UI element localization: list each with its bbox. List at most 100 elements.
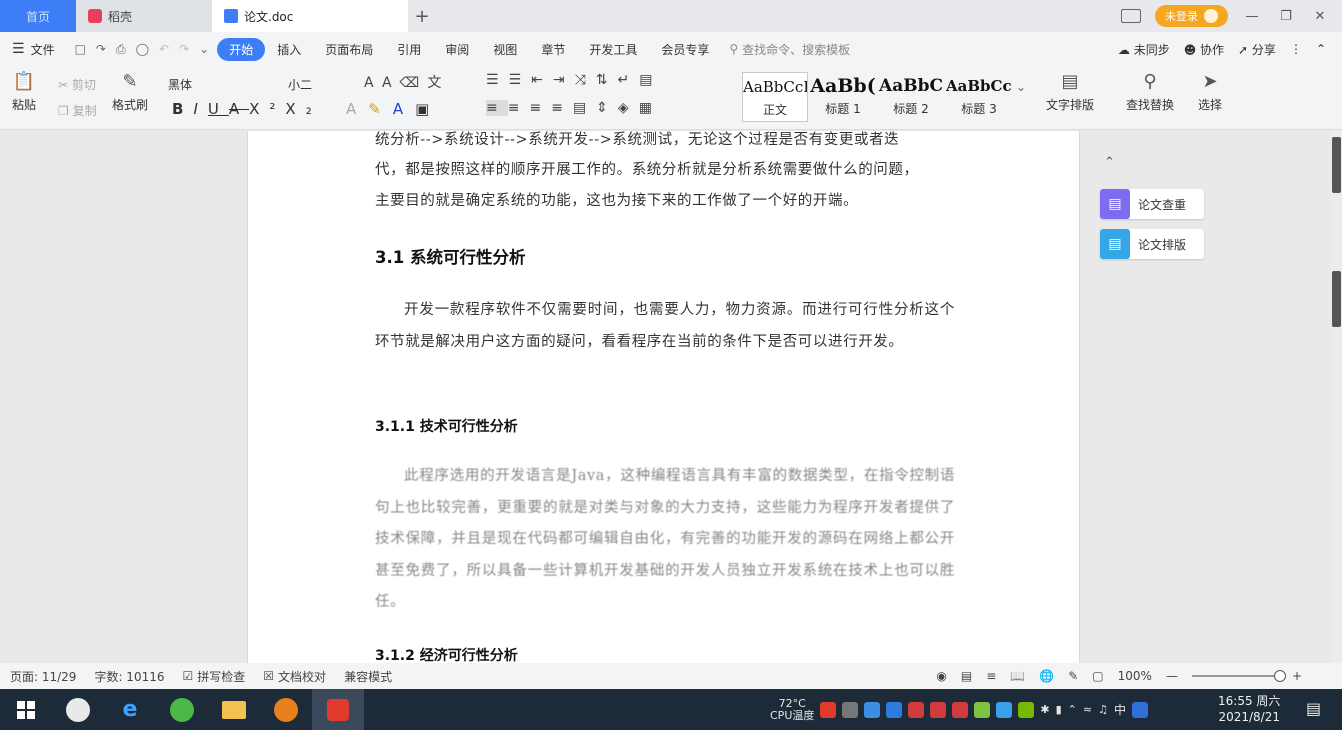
tray-app-icon[interactable] bbox=[952, 701, 969, 718]
styles-expand-icon[interactable]: ⌄ bbox=[1016, 80, 1026, 94]
read-view-icon[interactable]: 📖 bbox=[1010, 669, 1025, 683]
minimize-icon[interactable]: — bbox=[1242, 9, 1262, 24]
volume-icon[interactable]: ♫ bbox=[1098, 703, 1108, 716]
align-left-icon[interactable]: ≡ bbox=[486, 100, 508, 116]
align-right-icon[interactable]: ≡ bbox=[529, 100, 551, 116]
more-icon[interactable]: ⋮ bbox=[1290, 42, 1302, 56]
collab-button[interactable]: ☻ 协作 bbox=[1184, 41, 1224, 58]
sync-status[interactable]: ☁ 未同步 bbox=[1118, 41, 1170, 58]
close-icon[interactable]: ✕ bbox=[1310, 9, 1330, 24]
cut-button[interactable]: ✂ 剪切 bbox=[58, 76, 96, 93]
outline-view-icon[interactable]: ≡ bbox=[986, 669, 996, 683]
show-marks-icon[interactable]: ↵ bbox=[618, 72, 640, 88]
notification-icon[interactable]: ▤ bbox=[1306, 699, 1321, 718]
zoom-in-icon[interactable]: + bbox=[1292, 669, 1302, 683]
tab-ruler-icon[interactable]: ▤ bbox=[639, 72, 662, 88]
justify-icon[interactable]: ≡ bbox=[551, 100, 573, 116]
outdent-icon[interactable]: ⇤ bbox=[531, 72, 553, 88]
tray-app-icon[interactable] bbox=[1131, 701, 1148, 718]
login-button[interactable]: 未登录 bbox=[1155, 5, 1228, 27]
battery-icon[interactable]: ▮ bbox=[1056, 703, 1062, 716]
font-size-select[interactable]: 小二 bbox=[288, 76, 340, 93]
bluetooth-icon[interactable]: ✱ bbox=[1040, 703, 1049, 716]
grow-font-icon[interactable]: A bbox=[364, 75, 382, 91]
scrollbar-thumb[interactable] bbox=[1332, 271, 1341, 327]
numbering-icon[interactable]: ☰ bbox=[509, 72, 532, 88]
italic-icon[interactable]: I bbox=[193, 100, 207, 118]
sort-icon[interactable]: ⇅ bbox=[596, 72, 618, 88]
tray-app-icon[interactable] bbox=[908, 701, 925, 718]
menu-member[interactable]: 会员专享 bbox=[649, 41, 721, 58]
zoom-level[interactable]: 100% bbox=[1118, 669, 1152, 683]
chevron-down-icon[interactable]: ⌄ bbox=[199, 42, 209, 57]
menu-page-layout[interactable]: 页面布局 bbox=[313, 41, 385, 58]
collapse-panel-icon[interactable]: ⌃ bbox=[1104, 155, 1115, 170]
select-button[interactable]: ➤ 选择 bbox=[1198, 72, 1222, 113]
menu-view[interactable]: 视图 bbox=[481, 41, 529, 58]
zoom-out-icon[interactable]: — bbox=[1166, 669, 1178, 683]
page-view-icon[interactable]: ▤ bbox=[961, 669, 972, 683]
menu-developer[interactable]: 开发工具 bbox=[577, 41, 649, 58]
shading-icon[interactable]: ◈ bbox=[618, 100, 639, 116]
phonetic-icon[interactable]: 文 bbox=[427, 75, 449, 91]
export-icon[interactable]: ↷ bbox=[96, 42, 106, 57]
tray-app-icon[interactable] bbox=[842, 701, 859, 718]
share-button[interactable]: ➚ 分享 bbox=[1238, 41, 1276, 58]
document-page[interactable]: 统分析-->系统设计-->系统开发-->系统测试，无论这个过程是否有变更或者迭 … bbox=[247, 131, 1080, 663]
tray-nvidia-icon[interactable] bbox=[1018, 701, 1035, 718]
pen-icon[interactable]: ✎ bbox=[1068, 669, 1078, 683]
distribute-icon[interactable]: ▤ bbox=[573, 100, 596, 116]
system-clock[interactable]: 16:55 周六 2021/8/21 bbox=[1218, 693, 1280, 725]
tray-app-icon[interactable] bbox=[974, 701, 991, 718]
menu-review[interactable]: 审阅 bbox=[433, 41, 481, 58]
paste-button[interactable]: 📋 粘贴 bbox=[12, 72, 36, 113]
cpu-temp[interactable]: 72°C CPU温度 bbox=[770, 697, 814, 722]
line-spacing-icon[interactable]: ⇕ bbox=[596, 100, 618, 116]
chevron-up-icon[interactable]: ⌃ bbox=[1068, 703, 1077, 716]
redo-icon[interactable]: ↷ bbox=[179, 42, 189, 57]
tab-home[interactable]: 首页 bbox=[0, 0, 76, 32]
wifi-icon[interactable]: ≈ bbox=[1083, 703, 1092, 716]
save-icon[interactable]: □ bbox=[75, 42, 86, 57]
hamburger-icon[interactable]: ☰ bbox=[12, 41, 25, 57]
text-effect-icon[interactable]: A bbox=[346, 100, 368, 118]
menu-section[interactable]: 章节 bbox=[529, 41, 577, 58]
tray-shield-icon[interactable] bbox=[886, 701, 903, 718]
style-normal[interactable]: AaBbCcI 正文 bbox=[742, 72, 808, 122]
bullets-icon[interactable]: ☰ bbox=[486, 72, 509, 88]
start-button[interactable] bbox=[0, 689, 52, 730]
ime-indicator[interactable]: 中 bbox=[1114, 701, 1126, 718]
superscript-icon[interactable]: X² bbox=[249, 100, 285, 118]
tray-app-icon[interactable] bbox=[820, 701, 837, 718]
window-layout-icon[interactable] bbox=[1121, 9, 1141, 23]
subscript-icon[interactable]: X₂ bbox=[285, 100, 321, 118]
clear-format-icon[interactable]: ⌫ bbox=[400, 75, 428, 91]
tab-docer[interactable]: 稻壳 bbox=[76, 0, 212, 32]
taskbar-app-wps[interactable] bbox=[312, 689, 364, 730]
word-count[interactable]: 字数: 10116 bbox=[94, 668, 164, 685]
style-heading-2[interactable]: AaBbC 标题 2 bbox=[878, 72, 944, 122]
command-search[interactable]: ⚲ 查找命令、搜索模板 bbox=[729, 41, 850, 58]
bold-icon[interactable]: B bbox=[172, 100, 193, 118]
borders-icon[interactable]: ▦ bbox=[639, 100, 662, 116]
indent-icon[interactable]: ⇥ bbox=[553, 72, 575, 88]
tray-app-icon[interactable] bbox=[996, 701, 1013, 718]
web-view-icon[interactable]: 🌐 bbox=[1039, 669, 1054, 683]
undo-icon[interactable]: ↶ bbox=[159, 42, 169, 57]
menu-home[interactable]: 开始 bbox=[217, 37, 266, 61]
style-heading-3[interactable]: AaBbCcI 标题 3 bbox=[946, 72, 1012, 122]
tray-app-icon[interactable] bbox=[930, 701, 947, 718]
vertical-scrollbar[interactable] bbox=[1331, 131, 1342, 663]
shrink-font-icon[interactable]: A bbox=[382, 75, 400, 91]
taskbar-app-explorer[interactable] bbox=[208, 689, 260, 730]
font-color-icon[interactable]: A bbox=[393, 100, 415, 118]
scrollbar-mark-top[interactable] bbox=[1332, 137, 1341, 193]
zoom-slider-knob[interactable] bbox=[1273, 670, 1286, 682]
font-name-select[interactable]: 黑体 bbox=[168, 76, 268, 93]
spell-check-button[interactable]: ☑ 拼写检查 bbox=[183, 668, 246, 685]
print-icon[interactable]: ⎙ bbox=[116, 42, 126, 57]
menu-references[interactable]: 引用 bbox=[385, 41, 433, 58]
paper-check-button[interactable]: ▤ 论文查重 bbox=[1100, 189, 1204, 219]
copy-button[interactable]: ❐ 复制 bbox=[58, 102, 97, 119]
restore-icon[interactable]: ❐ bbox=[1276, 9, 1296, 24]
